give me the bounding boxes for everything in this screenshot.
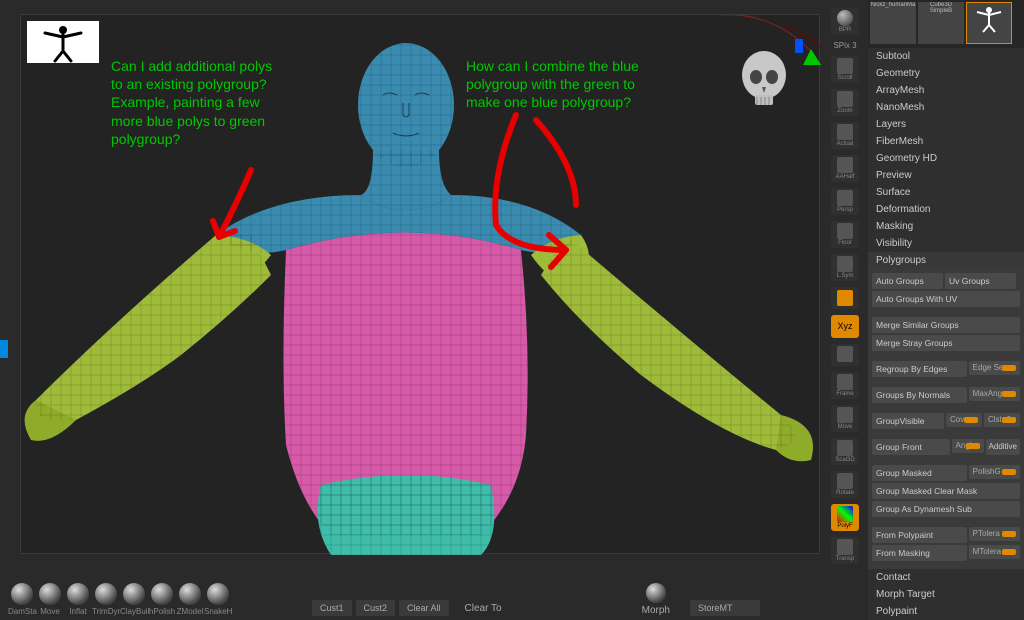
tool-palette: Nickz_humanMa Cube3D SimpleB Subtool Geo… [868, 0, 1024, 620]
brush-trimdyn[interactable]: TrimDyr [92, 583, 120, 616]
vtool-polyf[interactable]: PolyF [831, 504, 859, 531]
right-vertical-toolbar: BPR SPix 3 Scroll Zoom Actual AAHalf Per… [828, 4, 862, 564]
from-polypaint-button[interactable]: From Polypaint [872, 527, 967, 543]
menu-arraymesh[interactable]: ArrayMesh [868, 82, 1024, 99]
cust1-button[interactable]: Cust1 [312, 600, 352, 616]
additive-button[interactable]: Additive [986, 439, 1020, 455]
tool-menu: Subtool Geometry ArrayMesh NanoMesh Laye… [868, 48, 1024, 269]
brush-zmodel[interactable]: ZModel [176, 583, 204, 616]
merge-stray-button[interactable]: Merge Stray Groups [872, 335, 1020, 351]
menu-nanomesh[interactable]: NanoMesh [868, 99, 1024, 116]
vtool-move[interactable]: Move [831, 405, 859, 432]
clear-all-button[interactable]: Clear All [399, 600, 449, 616]
cust2-button[interactable]: Cust2 [356, 600, 396, 616]
morph-button[interactable]: Morph [642, 583, 670, 616]
vtool-floor[interactable]: Floor [831, 221, 859, 248]
thumb-1[interactable]: Nickz_humanMa [870, 2, 916, 44]
vtool-frame[interactable]: Frame [831, 372, 859, 399]
brush-snakehook[interactable]: SnakeH [204, 583, 232, 616]
menu-morphtarget[interactable]: Morph Target [868, 586, 1024, 603]
vtool-persp[interactable]: Persp [831, 188, 859, 215]
menu-geometry[interactable]: Geometry [868, 65, 1024, 82]
bottom-shelf: DamSta Move Inflat TrimDyr ClayBuil hPol… [0, 570, 820, 620]
subtool-thumbs: Nickz_humanMa Cube3D SimpleB [868, 0, 1024, 48]
menu-preview[interactable]: Preview [868, 167, 1024, 184]
mtolera-slider[interactable]: MTolera [969, 545, 1020, 559]
annotation-text-2: How can I combine the blue polygroup wit… [466, 57, 639, 112]
group-masked-clear-button[interactable]: Group Masked Clear Mask [872, 483, 1020, 499]
brush-claybuild[interactable]: ClayBuil [120, 583, 148, 616]
vtool-center[interactable] [831, 344, 859, 366]
menu-contact[interactable]: Contact [868, 569, 1024, 586]
vtool-zoom[interactable]: Zoom [831, 89, 859, 116]
vtool-localsym[interactable] [831, 287, 859, 309]
groups-normals-button[interactable]: Groups By Normals [872, 387, 967, 403]
brush-hpolish[interactable]: hPolish [148, 583, 176, 616]
group-masked-button[interactable]: Group Masked [872, 465, 967, 481]
menu-fibermesh[interactable]: FiberMesh [868, 133, 1024, 150]
clstr-slider[interactable]: Clstr 0. [984, 413, 1020, 427]
polygroups-panel: Auto Groups Uv Groups Auto Groups With U… [868, 269, 1024, 569]
vtool-actual[interactable]: Actual [831, 122, 859, 149]
group-dynamesh-button[interactable]: Group As Dynamesh Sub [872, 501, 1020, 517]
spix-label: SPix 3 [833, 41, 856, 50]
vtool-xyz[interactable]: Xyz [831, 315, 859, 337]
menu-subtool[interactable]: Subtool [868, 48, 1024, 65]
brush-move[interactable]: Move [36, 583, 64, 616]
thumb-3[interactable] [966, 2, 1012, 44]
merge-similar-button[interactable]: Merge Similar Groups [872, 317, 1020, 333]
left-tray-tab[interactable] [0, 340, 8, 358]
auto-groups-uv-button[interactable]: Auto Groups With UV [872, 291, 1020, 307]
from-masking-button[interactable]: From Masking [872, 545, 967, 561]
vtool-transp[interactable]: Transp [831, 537, 859, 564]
menu-geometryhd[interactable]: Geometry HD [868, 150, 1024, 167]
store-mt-button[interactable]: StoreMT [690, 600, 761, 616]
viewport[interactable]: Can I add additional polys to an existin… [20, 14, 820, 554]
auto-groups-button[interactable]: Auto Groups [872, 273, 943, 289]
vtool-scale[interactable]: Scal3D [831, 438, 859, 465]
menu-masking[interactable]: Masking [868, 218, 1024, 235]
brush-damstandard[interactable]: DamSta [8, 583, 36, 616]
group-front-button[interactable]: Group Front [872, 439, 950, 455]
nav-orientation-skull[interactable] [729, 45, 799, 115]
polishg-slider[interactable]: PolishG [969, 465, 1020, 479]
annotation-text-1: Can I add additional polys to an existin… [111, 57, 272, 148]
ptolera-slider[interactable]: PTolera [969, 527, 1020, 541]
menu-visibility[interactable]: Visibility [868, 235, 1024, 252]
vtool-aahalf[interactable]: AAHalf [831, 155, 859, 182]
menu-polypaint[interactable]: Polypaint [868, 603, 1024, 620]
covera-slider[interactable]: Covera [946, 413, 982, 427]
angle-slider[interactable]: Angle [952, 439, 984, 453]
maxang-slider[interactable]: MaxAng [969, 387, 1020, 401]
regroup-edges-button[interactable]: Regroup By Edges [872, 361, 967, 377]
vtool-lsym[interactable]: L.Sym [831, 254, 859, 281]
uv-groups-button[interactable]: Uv Groups [945, 273, 1016, 289]
vtool-bpr[interactable]: BPR [831, 8, 859, 35]
vtool-scroll[interactable]: Scroll [831, 56, 859, 83]
menu-layers[interactable]: Layers [868, 116, 1024, 133]
group-visible-button[interactable]: GroupVisible [872, 413, 944, 429]
menu-deformation[interactable]: Deformation [868, 201, 1024, 218]
edge-se-slider[interactable]: Edge Se [969, 361, 1020, 375]
thumb-2[interactable]: Cube3D SimpleB [918, 2, 964, 44]
vtool-rotate[interactable]: Rotate [831, 471, 859, 498]
brush-inflat[interactable]: Inflat [64, 583, 92, 616]
menu-surface[interactable]: Surface [868, 184, 1024, 201]
menu-polygroups[interactable]: Polygroups [868, 252, 1024, 269]
clear-to-label: Clear To [465, 603, 502, 614]
